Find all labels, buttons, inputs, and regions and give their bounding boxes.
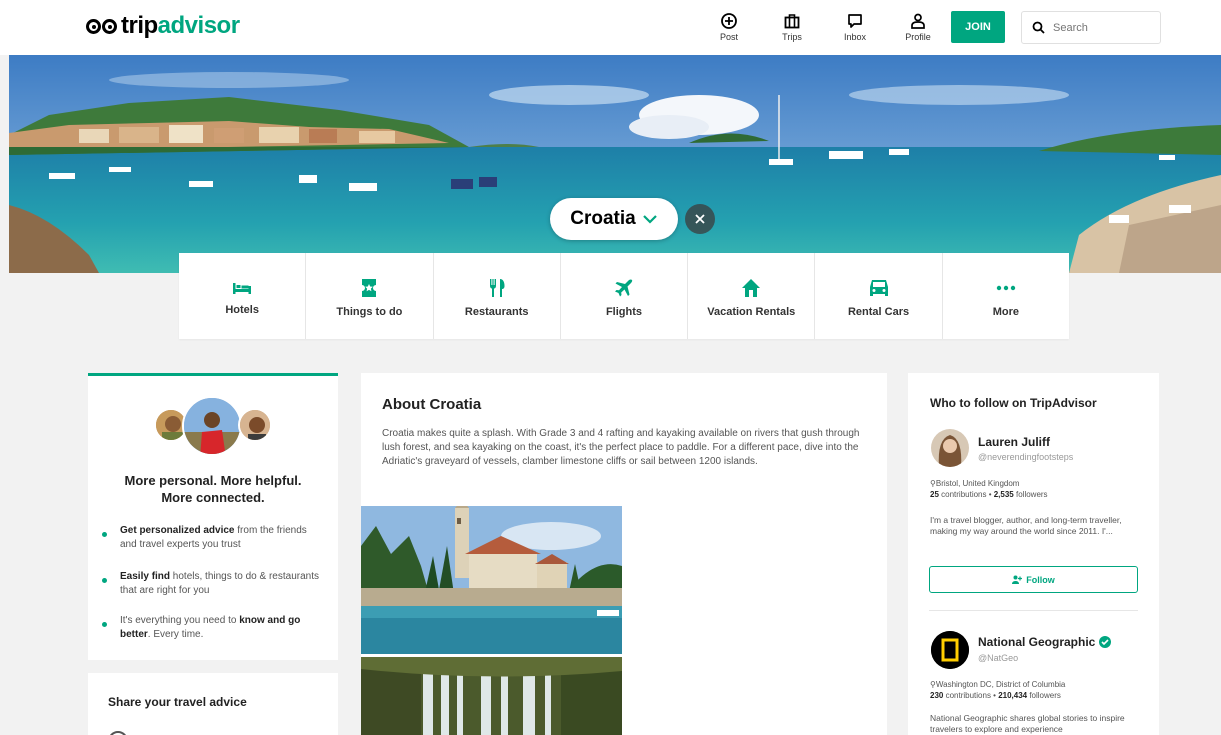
category-rental-cars-label: Rental Cars bbox=[847, 306, 910, 318]
share-advice-title: Share your travel advice bbox=[108, 695, 247, 709]
about-title: About Croatia bbox=[382, 396, 482, 413]
nav-inbox-label: Inbox bbox=[843, 32, 867, 42]
benefit-item: Easily find hotels, things to do & resta… bbox=[102, 570, 322, 598]
follow-button[interactable]: Follow bbox=[929, 566, 1138, 593]
share-advice-card: Share your travel advice bbox=[88, 673, 338, 735]
add-user-icon bbox=[1012, 575, 1023, 584]
personalization-card: More personal. More helpful. More connec… bbox=[88, 373, 338, 660]
category-vacation-rentals[interactable]: Vacation Rentals bbox=[688, 253, 816, 339]
category-restaurants-label: Restaurants bbox=[464, 306, 529, 318]
category-bar: Hotels Things to do Restaurants Flights … bbox=[179, 253, 1069, 339]
clear-location-button[interactable] bbox=[685, 204, 715, 234]
about-description: Croatia makes quite a splash. With Grade… bbox=[382, 428, 860, 467]
suitcase-icon bbox=[784, 14, 800, 29]
follow-person-handle: @NatGeo bbox=[978, 653, 1019, 663]
follow-person-name[interactable]: Lauren Juliff bbox=[978, 435, 1050, 449]
avatar-group bbox=[154, 396, 274, 456]
house-icon bbox=[742, 279, 761, 297]
follow-person-bio: I'm a travel blogger, author, and long-t… bbox=[930, 515, 1122, 536]
avatar bbox=[238, 408, 272, 442]
plane-icon bbox=[614, 279, 633, 297]
nav-profile[interactable]: Profile bbox=[898, 12, 938, 42]
fork-knife-icon bbox=[489, 279, 505, 297]
nav-profile-label: Profile bbox=[905, 32, 931, 42]
category-more-label: More bbox=[992, 306, 1019, 318]
tripadvisor-logo[interactable]: tripadvisor bbox=[86, 12, 240, 40]
nav-post[interactable]: Post bbox=[709, 12, 749, 42]
personalization-headline: More personal. More helpful. More connec… bbox=[124, 473, 302, 505]
search-box[interactable] bbox=[1021, 11, 1161, 44]
benefit-item: It's everything you need to know and go … bbox=[102, 614, 322, 642]
nav-inbox[interactable]: Inbox bbox=[835, 12, 875, 42]
nav-post-label: Post bbox=[719, 32, 738, 42]
category-hotels[interactable]: Hotels bbox=[179, 253, 307, 339]
who-to-follow-title: Who to follow on TripAdvisor bbox=[930, 396, 1097, 410]
hero-banner: Croatia bbox=[9, 55, 1221, 273]
follow-person-name[interactable]: National Geographic bbox=[978, 635, 1112, 649]
person-icon bbox=[911, 13, 925, 29]
verified-badge-icon bbox=[1099, 636, 1112, 648]
avatar bbox=[182, 396, 242, 456]
owl-logo-icon bbox=[86, 18, 117, 34]
location-name: Croatia bbox=[570, 208, 636, 229]
avatar[interactable] bbox=[931, 429, 969, 467]
join-button[interactable]: JOIN bbox=[951, 11, 1005, 43]
category-more[interactable]: More bbox=[943, 253, 1069, 339]
location-selector[interactable]: Croatia bbox=[550, 198, 678, 240]
avatar[interactable] bbox=[931, 631, 969, 669]
close-icon bbox=[695, 214, 705, 224]
follow-person-handle: @neverendingfootsteps bbox=[978, 452, 1074, 462]
message-icon bbox=[848, 14, 862, 28]
category-flights-label: Flights bbox=[605, 306, 643, 318]
croatia-photo-waterfall[interactable] bbox=[361, 657, 622, 735]
plus-circle-icon bbox=[721, 13, 737, 29]
follow-person-bio: National Geographic shares global storie… bbox=[930, 713, 1125, 734]
about-card: About Croatia Croatia makes quite a spla… bbox=[361, 373, 887, 735]
bed-icon bbox=[233, 283, 252, 294]
category-vacation-rentals-label: Vacation Rentals bbox=[707, 306, 796, 318]
hero-harbor-image bbox=[9, 55, 1221, 273]
who-to-follow-card: Who to follow on TripAdvisor Lauren Juli… bbox=[908, 373, 1159, 735]
nav-trips-label: Trips bbox=[782, 32, 802, 42]
ticket-icon bbox=[362, 279, 377, 297]
croatia-photo-church[interactable] bbox=[361, 506, 622, 654]
follow-person-meta: ⚲Bristol, United Kingdom 25 contribution… bbox=[930, 479, 1048, 499]
nav-trips[interactable]: Trips bbox=[772, 12, 812, 42]
top-header: tripadvisor Post Trips Inbox Profile JOI… bbox=[0, 0, 1221, 55]
category-rental-cars[interactable]: Rental Cars bbox=[815, 253, 943, 339]
category-flights[interactable]: Flights bbox=[561, 253, 689, 339]
car-icon bbox=[869, 280, 888, 296]
logo-wordmark: tripadvisor bbox=[121, 12, 240, 39]
search-icon bbox=[1032, 21, 1045, 34]
share-option-icon[interactable] bbox=[108, 731, 128, 735]
category-restaurants[interactable]: Restaurants bbox=[434, 253, 561, 339]
chevron-down-icon bbox=[642, 215, 657, 224]
benefit-item: Get personalized advice from the friends… bbox=[102, 524, 322, 552]
more-dots-icon bbox=[996, 285, 1016, 291]
follow-person-meta: ⚲Washington DC, District of Columbia 230… bbox=[930, 680, 1066, 700]
category-things-to-do-label: Things to do bbox=[336, 306, 403, 318]
divider bbox=[929, 610, 1138, 611]
search-input[interactable] bbox=[1053, 21, 1143, 34]
category-things-to-do[interactable]: Things to do bbox=[306, 253, 434, 339]
category-hotels-label: Hotels bbox=[225, 304, 259, 316]
